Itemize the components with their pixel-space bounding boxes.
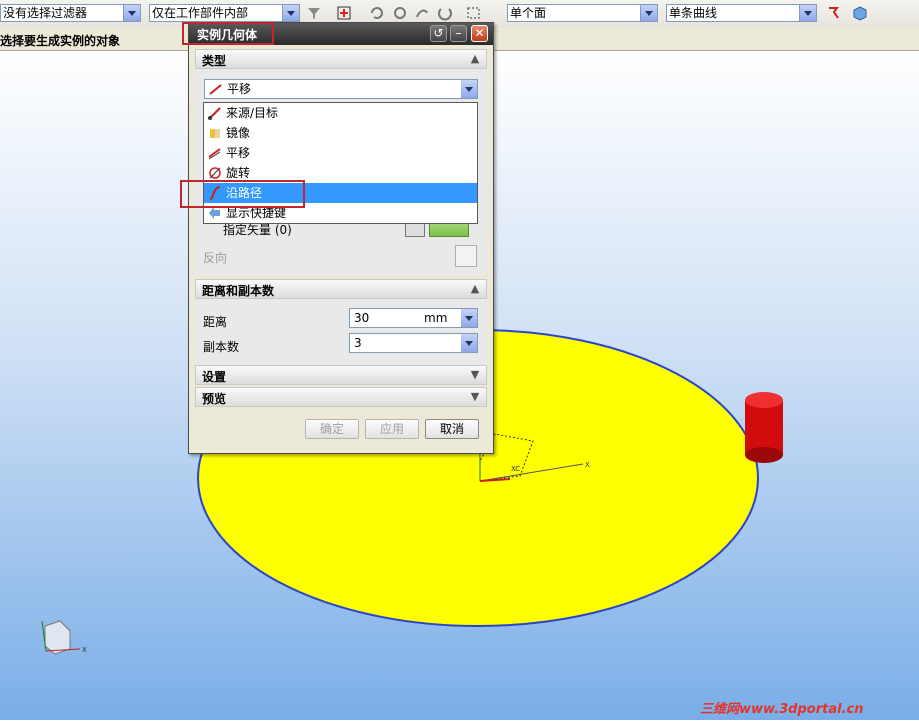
type-select[interactable]: 平移: [204, 79, 478, 99]
distance-unit: mm: [424, 311, 448, 325]
chevron-down-icon[interactable]: [123, 5, 140, 21]
distance-label: 距离: [203, 315, 228, 329]
filter-combo-value: 没有选择过滤器: [3, 6, 88, 20]
reset-icon[interactable]: ↺: [430, 25, 447, 42]
distance-value: 30: [354, 311, 370, 325]
reverse-direction-icon[interactable]: [455, 245, 477, 267]
rotate-icon[interactable]: [437, 5, 453, 21]
section-distance-count[interactable]: 距离和副本数 ▲: [195, 279, 487, 299]
wcs-xc-label: XC: [511, 465, 520, 473]
wcs-x-label: X: [585, 461, 590, 469]
face-rule-value: 单个面: [510, 6, 547, 20]
filter-combo[interactable]: 没有选择过滤器: [0, 4, 141, 22]
instance-geometry-dialog: 实例几何体 ↺ – ✕ 类型 ▲ 平移 指定矢量 (0) 反向 距离和副本数 ▲…: [188, 22, 494, 454]
filter-icon[interactable]: [306, 5, 322, 21]
option-source-target[interactable]: 来源/目标: [204, 103, 477, 123]
option-mirror[interactable]: 镜像: [204, 123, 477, 143]
translate-icon: [208, 148, 221, 160]
close-icon[interactable]: ✕: [471, 25, 488, 42]
distance-input[interactable]: 30 mm: [349, 308, 478, 328]
minimize-icon[interactable]: –: [450, 25, 467, 42]
section-preview-label: 预览: [202, 392, 227, 406]
option-label: 镜像: [226, 126, 251, 140]
chevron-down-icon[interactable]: [461, 334, 477, 352]
absolute-triad: [41, 620, 81, 655]
cancel-button[interactable]: 取消: [425, 419, 479, 439]
lasso-icon[interactable]: [414, 5, 430, 21]
chevron-down-icon[interactable]: [640, 5, 657, 21]
rotate-icon: [209, 167, 221, 179]
selection-intent-icon[interactable]: [826, 5, 842, 21]
chevron-down-icon[interactable]: [282, 5, 299, 21]
scope-combo-value: 仅在工作部件内部: [152, 6, 249, 20]
count-input[interactable]: 3: [349, 333, 478, 353]
collapse-icon[interactable]: ▲: [468, 52, 482, 66]
option-highlight-box: [180, 180, 305, 208]
chevron-down-icon[interactable]: [461, 309, 477, 327]
count-label: 副本数: [203, 340, 240, 354]
collapse-icon[interactable]: ▲: [468, 282, 482, 296]
section-distance-label: 距离和副本数: [202, 284, 275, 298]
title-highlight-box: [182, 22, 274, 45]
select-icon[interactable]: [392, 5, 408, 21]
option-label: 平移: [226, 146, 251, 160]
chevron-down-icon[interactable]: [799, 5, 816, 21]
type-select-value: 平移: [227, 82, 252, 96]
section-type-body: 平移: [195, 69, 487, 105]
section-distance-body: 距离 30 mm 副本数 3: [195, 299, 487, 365]
cube-icon[interactable]: [852, 5, 868, 21]
section-type[interactable]: 类型 ▲: [195, 49, 487, 69]
snap-point-icon[interactable]: [336, 5, 352, 21]
face-rule-combo[interactable]: 单个面: [507, 4, 658, 22]
scope-combo[interactable]: 仅在工作部件内部: [149, 4, 300, 22]
chevron-down-icon[interactable]: [461, 80, 477, 98]
section-preview[interactable]: 预览 ▼: [195, 387, 487, 407]
shortcuts-icon: [209, 207, 220, 219]
reverse-direction-label: 反向: [203, 251, 228, 265]
red-cylinder[interactable]: [745, 392, 783, 463]
section-settings-label: 设置: [202, 370, 227, 384]
undo-icon[interactable]: [368, 5, 384, 21]
curve-rule-value: 单条曲线: [669, 6, 718, 20]
apply-button[interactable]: 应用: [365, 419, 419, 439]
expand-icon[interactable]: ▼: [468, 390, 482, 404]
section-settings[interactable]: 设置 ▼: [195, 365, 487, 385]
rectangle-select-icon[interactable]: [466, 5, 482, 21]
option-translate[interactable]: 平移: [204, 143, 477, 163]
curve-rule-combo[interactable]: 单条曲线: [666, 4, 817, 22]
watermark: 三维网www.3dportal.cn: [700, 702, 864, 717]
ok-button[interactable]: 确定: [305, 419, 359, 439]
count-value: 3: [354, 336, 362, 350]
translate-icon: [209, 84, 222, 95]
abs-x-label: X: [82, 646, 87, 654]
prompt-text: 选择要生成实例的对象: [0, 34, 121, 48]
mirror-icon: [210, 129, 220, 138]
option-label: 来源/目标: [226, 106, 279, 120]
expand-icon[interactable]: ▼: [468, 368, 482, 382]
section-type-label: 类型: [202, 54, 227, 68]
source-target-icon: [208, 107, 221, 120]
